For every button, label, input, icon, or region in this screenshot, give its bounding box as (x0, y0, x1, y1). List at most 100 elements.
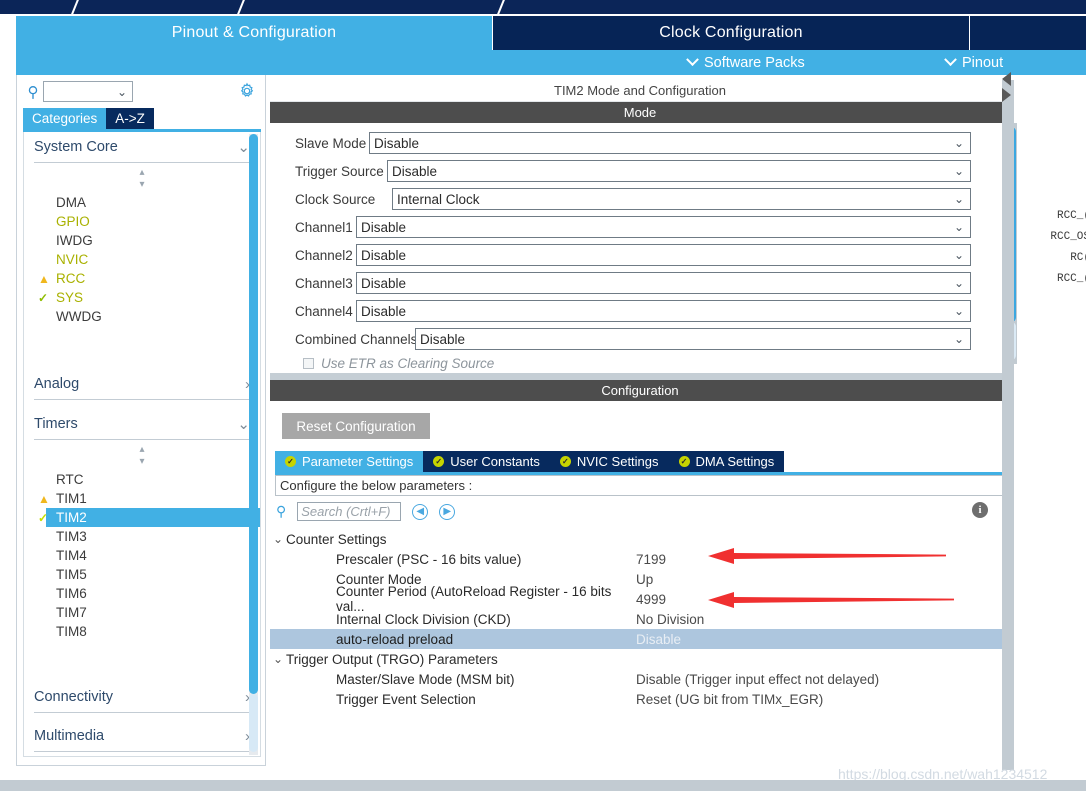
sidebar-item-nvic[interactable]: NVIC (24, 250, 260, 269)
item-label: GPIO (56, 214, 90, 229)
channel1-select[interactable]: Disable ⌄ (356, 216, 971, 238)
field-row-clock-source: Clock Source Internal Clock ⌄ (270, 188, 1010, 210)
scrollbar-thumb[interactable] (249, 134, 258, 694)
scroll-spinner[interactable]: ▴▾ (24, 440, 260, 468)
sidebar-item-sys[interactable]: ✓ SYS (24, 288, 260, 307)
chevron-down-icon (686, 53, 699, 66)
param-value[interactable]: No Division (636, 612, 704, 627)
chevron-down-icon: ⌄ (270, 532, 286, 546)
use-etr-checkbox-row[interactable]: Use ETR as Clearing Source (270, 356, 1010, 371)
tab-pinout-configuration[interactable]: Pinout & Configuration (16, 16, 492, 50)
checkbox-label: Use ETR as Clearing Source (321, 356, 494, 371)
param-group-counter-settings[interactable]: ⌄ Counter Settings (270, 529, 1010, 549)
menu-pinout[interactable]: Pinout (946, 50, 1003, 75)
group-label: Trigger Output (TRGO) Parameters (286, 652, 498, 667)
tab-dma-settings[interactable]: ✓ DMA Settings (669, 451, 785, 472)
clock-source-select[interactable]: Internal Clock ⌄ (392, 188, 971, 210)
sidebar-item-tim7[interactable]: TIM7 (24, 603, 260, 622)
chevron-down-icon: ⌄ (270, 652, 286, 666)
reset-configuration-button[interactable]: Reset Configuration (282, 413, 430, 439)
field-label: Slave Mode (295, 136, 365, 151)
table-row[interactable]: auto-reload preload Disable (270, 629, 1010, 649)
table-row[interactable]: Trigger Event Selection Reset (UG bit fr… (270, 689, 1010, 709)
tab-categories[interactable]: Categories (23, 108, 106, 129)
param-value[interactable]: 4999 (636, 592, 666, 607)
tab-label: NVIC Settings (577, 454, 659, 469)
sidebar-item-tim6[interactable]: TIM6 (24, 584, 260, 603)
table-row[interactable]: Counter Period (AutoReload Register - 16… (270, 589, 1010, 609)
param-value[interactable]: Up (636, 572, 653, 587)
trigger-source-select[interactable]: Disable ⌄ (387, 160, 971, 182)
chevron-down-icon: ⌄ (954, 220, 964, 234)
sidebar-item-rtc[interactable]: RTC (24, 470, 260, 489)
tab-clock-configuration[interactable]: Clock Configuration (493, 16, 969, 50)
info-icon[interactable]: i (972, 502, 988, 518)
tab-parameter-settings[interactable]: ✓ Parameter Settings (275, 451, 423, 472)
channel4-select[interactable]: Disable ⌄ (356, 300, 971, 322)
sidebar-item-wwdg[interactable]: WWDG (24, 307, 260, 326)
sidebar-item-tim4[interactable]: TIM4 (24, 546, 260, 565)
channel2-select[interactable]: Disable ⌄ (356, 244, 971, 266)
sidebar-item-gpio[interactable]: GPIO (24, 212, 260, 231)
combined-channels-select[interactable]: Disable ⌄ (415, 328, 971, 350)
param-value[interactable]: Reset (UG bit from TIMx_EGR) (636, 692, 823, 707)
tab-user-constants[interactable]: ✓ User Constants (423, 451, 550, 472)
sidebar-item-rcc[interactable]: ▲ RCC (24, 269, 260, 288)
table-row[interactable]: Internal Clock Division (CKD) No Divisio… (270, 609, 1010, 629)
param-value[interactable]: Disable (Trigger input effect not delaye… (636, 672, 879, 687)
sidebar-search-row: ⚲ ⌄ (17, 75, 267, 108)
sidebar-search-combo[interactable]: ⌄ (43, 81, 133, 102)
chevron-right-circle-icon[interactable]: ▶ (439, 504, 455, 520)
scroll-right-arrow-icon[interactable] (1002, 88, 1011, 102)
sidebar-item-tim5[interactable]: TIM5 (24, 565, 260, 584)
sidebar-item-dma[interactable]: DMA (24, 193, 260, 212)
param-group-trigger-output[interactable]: ⌄ Trigger Output (TRGO) Parameters (270, 649, 1010, 669)
checkbox-icon[interactable] (303, 358, 314, 369)
table-row[interactable]: Master/Slave Mode (MSM bit) Disable (Tri… (270, 669, 1010, 689)
sidebar-group-timers[interactable]: Timers ⌄ (34, 409, 250, 440)
sidebar-item-tim3[interactable]: TIM3 (24, 527, 260, 546)
right-scrollbar[interactable] (1002, 80, 1014, 770)
field-label: Clock Source (295, 192, 388, 207)
param-value[interactable]: 7199 (636, 552, 666, 567)
sidebar-item-tim1[interactable]: ▲ TIM1 (24, 489, 260, 508)
main-panel: TIM2 Mode and Configuration Mode Slave M… (270, 80, 1010, 770)
chevron-left-circle-icon[interactable]: ◀ (412, 504, 428, 520)
item-label: IWDG (56, 233, 93, 248)
tab-label: Parameter Settings (302, 454, 413, 469)
field-label: Channel3 (295, 276, 352, 291)
item-label: SYS (56, 290, 83, 305)
select-value: Disable (361, 276, 406, 291)
tab-extra[interactable] (970, 16, 1086, 50)
select-value: Disable (374, 136, 419, 151)
scrollbar-track-lower[interactable] (249, 694, 258, 752)
sidebar-group-analog[interactable]: Analog › (34, 369, 250, 400)
select-value: Disable (361, 248, 406, 263)
channel3-select[interactable]: Disable ⌄ (356, 272, 971, 294)
sidebar-group-connectivity[interactable]: Connectivity › (34, 682, 250, 713)
table-row[interactable]: Prescaler (PSC - 16 bits value) 7199 (270, 549, 1010, 569)
field-label: Channel2 (295, 248, 352, 263)
tab-a-to-z[interactable]: A->Z (106, 108, 154, 129)
scroll-spinner[interactable]: ▴▾ (24, 163, 260, 191)
scroll-left-arrow-icon[interactable] (1002, 72, 1011, 86)
sidebar-group-system-core[interactable]: System Core ⌄ (34, 132, 250, 163)
param-name: Counter Period (AutoReload Register - 16… (270, 584, 636, 614)
field-row-combined-channels: Combined Channels Disable ⌄ (270, 328, 1010, 350)
tab-nvic-settings[interactable]: ✓ NVIC Settings (550, 451, 669, 472)
sidebar-scrollbar[interactable] (249, 134, 258, 755)
slave-mode-select[interactable]: Disable ⌄ (369, 132, 971, 154)
pin-label: RCC_( (1010, 210, 1086, 231)
configure-hint: Configure the below parameters : (275, 475, 1005, 496)
parameter-search-input[interactable]: Search (Crtl+F) (297, 502, 401, 521)
configuration-section-header: Configuration (270, 380, 1010, 401)
sidebar-group-multimedia[interactable]: Multimedia › (34, 721, 250, 752)
sidebar-item-iwdg[interactable]: IWDG (24, 231, 260, 250)
sidebar-item-tim8[interactable]: TIM8 (24, 622, 260, 641)
gear-icon[interactable] (238, 82, 256, 100)
group-label: Counter Settings (286, 532, 387, 547)
menu-software-packs[interactable]: Software Packs (688, 50, 805, 75)
sidebar-item-tim2[interactable]: ✓ TIM2 (46, 508, 260, 527)
param-value[interactable]: Disable (636, 632, 681, 647)
group-label: Analog (34, 376, 79, 392)
